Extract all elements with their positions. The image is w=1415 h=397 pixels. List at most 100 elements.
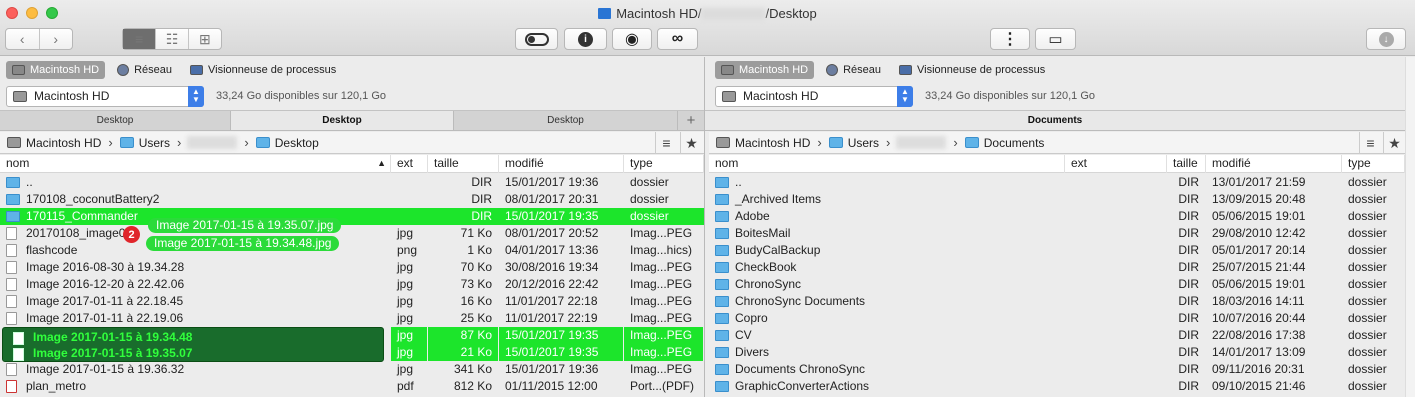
table-row[interactable]: GraphicConverterActions DIR 09/10/2015 21:… (709, 378, 1405, 395)
folder-icon (715, 245, 729, 256)
col-size[interactable]: taille (428, 155, 499, 173)
left-column-header: nom ▲ ext taille modifié type (0, 155, 704, 173)
table-row[interactable]: plan_metro pdf 812 Ko 01/11/2015 12:00 Port.… (0, 378, 704, 395)
archive-button[interactable]: ⋮ (990, 28, 1030, 50)
view-mode-segmented: ≡ ☷ ⊞ (122, 28, 222, 50)
tab-desktop-2[interactable]: Desktop (231, 111, 454, 130)
device-network[interactable]: Réseau (111, 61, 178, 79)
forward-button[interactable]: › (40, 29, 73, 49)
scrollbar[interactable] (1405, 57, 1415, 397)
table-row[interactable]: 20170108_image01 jpg 71 Ko 08/01/2017 20:52… (0, 225, 704, 242)
file-name: ChronoSync (735, 277, 802, 291)
favorites-button[interactable]: ★ (1383, 132, 1405, 154)
star-icon: ★ (1388, 134, 1401, 151)
selected-name-2: Image 2017-01-15 à 19.35.07 (33, 346, 193, 360)
grid-view-button[interactable]: ⊞ (189, 29, 221, 49)
detail-view-button[interactable]: ☷ (156, 29, 189, 49)
table-row[interactable]: 170108_coconutBattery2 DIR 08/01/2017 20:3… (0, 191, 704, 208)
table-row[interactable]: CV DIR 22/08/2016 17:38 dossier (709, 327, 1405, 344)
table-row[interactable]: Adobe DIR 05/06/2015 19:01 dossier (709, 208, 1405, 225)
add-tab-button[interactable]: + (678, 111, 704, 130)
file-size: DIR (1167, 293, 1206, 310)
back-button[interactable]: ‹ (6, 29, 40, 49)
table-row[interactable]: 170115_Commander DIR 15/01/2017 19:35 dossi… (0, 208, 704, 225)
device-process-viewer[interactable]: Visionneuse de processus (893, 61, 1051, 79)
file-type: dossier (1342, 310, 1405, 327)
search-button[interactable]: ∞ (657, 28, 698, 50)
file-size: DIR (1167, 378, 1206, 395)
crumb-root[interactable]: Macintosh HD (7, 136, 101, 150)
col-ext[interactable]: ext (1065, 155, 1167, 173)
file-name-cell: Copro (709, 310, 1065, 327)
crumb-documents[interactable]: Documents (964, 136, 1044, 150)
col-type[interactable]: type (1342, 155, 1405, 173)
crumb-root[interactable]: Macintosh HD (716, 136, 810, 150)
drag-item-1: Image 2017-01-15 à 19.35.07.jpg (148, 218, 342, 233)
crumb-users[interactable]: Users (828, 136, 879, 150)
col-modified[interactable]: modifié (499, 155, 624, 173)
file-name-cell: CV (709, 327, 1065, 344)
tab-desktop-3[interactable]: Desktop (454, 111, 678, 130)
table-row[interactable]: .. DIR 15/01/2017 19:36 dossier (0, 174, 704, 191)
col-modified[interactable]: modifié (1206, 155, 1342, 173)
file-modified: 20/12/2016 22:42 (499, 276, 624, 293)
table-row[interactable]: Image 2016-12-20 à 22.42.06 jpg 73 Ko 20/12… (0, 276, 704, 293)
table-row[interactable]: Copro DIR 10/07/2016 20:44 dossier (709, 310, 1405, 327)
chevron-right-icon: › (244, 135, 249, 150)
file-icon (6, 363, 17, 376)
table-row[interactable]: CheckBook DIR 25/07/2015 21:44 dossier (709, 259, 1405, 276)
table-row[interactable]: _Archived Items DIR 13/09/2015 20:48 dossie… (709, 191, 1405, 208)
table-row[interactable]: BoitesMail DIR 29/08/2010 12:42 dossier (709, 225, 1405, 242)
list-view-button[interactable]: ≡ (123, 29, 157, 49)
device-network[interactable]: Réseau (820, 61, 887, 79)
toggle-hidden-button[interactable] (515, 28, 558, 50)
col-size[interactable]: taille (1167, 155, 1206, 173)
download-button[interactable]: ↓ (1366, 28, 1406, 50)
device-macintosh-hd[interactable]: Macintosh HD (715, 61, 815, 79)
monitor-icon (190, 65, 203, 75)
col-name[interactable]: nom (709, 155, 1065, 173)
tab-documents[interactable]: Documents (705, 111, 1405, 130)
list-menu-button[interactable]: ≡ (655, 132, 677, 154)
crumb-users[interactable]: Users (119, 136, 170, 150)
table-row[interactable]: Image 2016-08-30 à 19.34.28 jpg 70 Ko 30/08… (0, 259, 704, 276)
col-name[interactable]: nom ▲ (0, 155, 391, 173)
col-type[interactable]: type (624, 155, 704, 173)
quicklook-button[interactable]: ◉ (612, 28, 652, 50)
left-volume-select[interactable]: Macintosh HD ▲ ▼ (6, 85, 204, 107)
file-name-cell: Image 2017-01-11 à 22.19.06 (0, 310, 391, 327)
col-ext[interactable]: ext (391, 155, 428, 173)
file-type: dossier (1342, 242, 1405, 259)
pane-divider[interactable] (704, 57, 705, 397)
table-row[interactable]: .. DIR 13/01/2017 21:59 dossier (709, 174, 1405, 191)
table-row[interactable]: BudyCalBackup DIR 05/01/2017 20:14 dossier (709, 242, 1405, 259)
right-volume-select[interactable]: Macintosh HD ▲ ▼ (715, 85, 913, 107)
file-type: Imag...PEG (624, 310, 704, 327)
table-row[interactable]: Image 2017-01-11 à 22.18.45 jpg 16 Ko 11/01… (0, 293, 704, 310)
folder-icon (6, 177, 20, 188)
table-row[interactable]: Image 2017-01-15 à 19.36.32 jpg 341 Ko 15/0… (0, 361, 704, 378)
list-menu-button[interactable]: ≡ (1359, 132, 1381, 154)
table-row[interactable]: Image 2017-01-11 à 22.19.06 jpg 25 Ko 11/01… (0, 310, 704, 327)
file-modified: 11/01/2017 22:18 (499, 293, 624, 310)
crumb-desktop[interactable]: Desktop (255, 136, 319, 150)
file-name: GraphicConverterActions (735, 379, 870, 393)
terminal-button[interactable]: ▭ (1035, 28, 1076, 50)
file-size: DIR (428, 174, 499, 191)
device-process-viewer[interactable]: Visionneuse de processus (184, 61, 342, 79)
file-type: Imag...PEG (624, 276, 704, 293)
tab-desktop-1[interactable]: Desktop (0, 111, 231, 130)
file-type: dossier (1342, 293, 1405, 310)
file-modified: 08/01/2017 20:52 (499, 225, 624, 242)
info-button[interactable]: i (564, 28, 607, 50)
folder-icon (715, 313, 729, 324)
table-row[interactable]: ChronoSync Documents DIR 18/03/2016 14:11 d… (709, 293, 1405, 310)
favorites-button[interactable]: ★ (680, 132, 702, 154)
table-row[interactable]: flashcode png 1 Ko 04/01/2017 13:36 Imag...h… (0, 242, 704, 259)
table-row[interactable]: Divers DIR 14/01/2017 13:09 dossier (709, 344, 1405, 361)
table-row[interactable]: Documents ChronoSync DIR 09/11/2016 20:31 d… (709, 361, 1405, 378)
right-column-header: nom ext taille modifié type (709, 155, 1405, 173)
device-macintosh-hd[interactable]: Macintosh HD (6, 61, 106, 79)
table-row[interactable]: ChronoSync DIR 05/06/2015 19:01 dossier (709, 276, 1405, 293)
file-ext (1065, 242, 1167, 259)
